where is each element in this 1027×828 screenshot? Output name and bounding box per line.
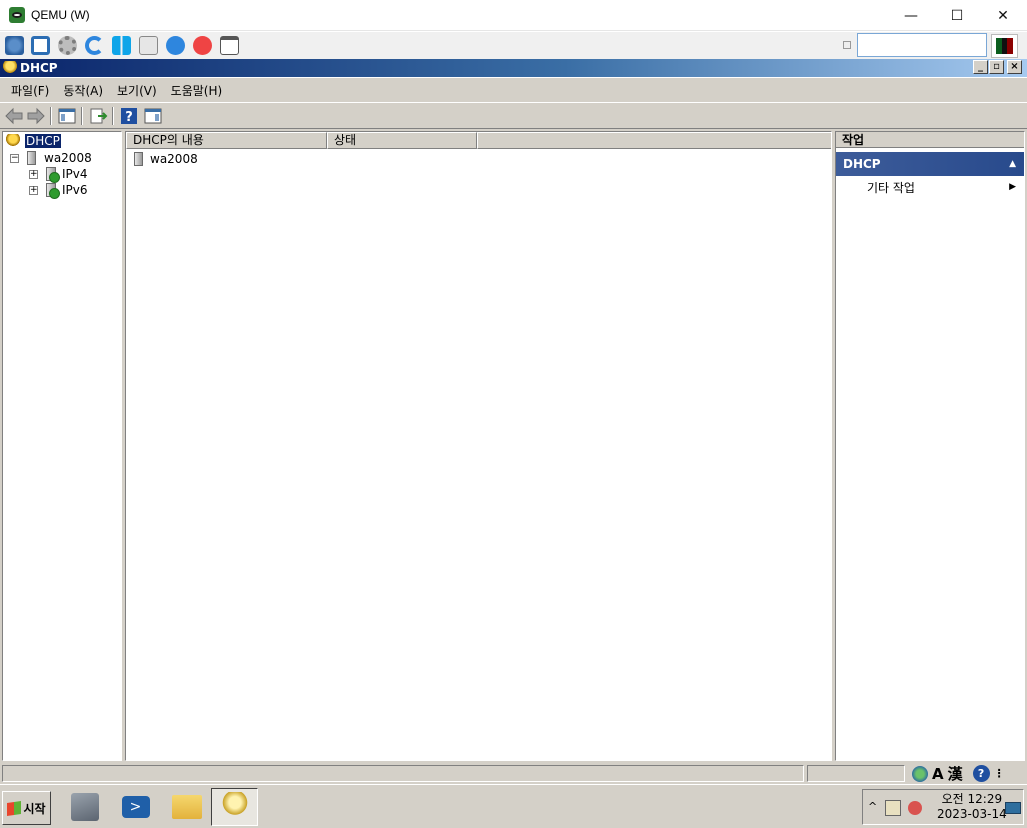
mmc-titlebar: DHCP bbox=[0, 59, 1027, 77]
snapshot-icon[interactable] bbox=[220, 36, 239, 55]
clock-time: 오전 12:29 bbox=[941, 792, 1003, 806]
mdi-restore-button[interactable]: ▫ bbox=[989, 60, 1004, 74]
action-section-dhcp[interactable]: DHCP ▲ bbox=[836, 152, 1024, 176]
taskbar-dhcp[interactable] bbox=[211, 788, 258, 826]
tree-item-server[interactable]: − wa2008 bbox=[10, 150, 92, 166]
info-icon[interactable] bbox=[166, 36, 185, 55]
dhcp-console-icon bbox=[220, 792, 249, 822]
show-desktop-icon[interactable] bbox=[1005, 802, 1021, 814]
ime-options-icon[interactable]: ⋮ bbox=[994, 767, 1005, 780]
taskbar-server-manager[interactable] bbox=[61, 788, 108, 826]
maximize-button[interactable]: ☐ bbox=[934, 0, 980, 31]
menu-action[interactable]: 동작(A) bbox=[56, 82, 110, 99]
server-icon bbox=[134, 152, 143, 166]
server-icon bbox=[27, 151, 36, 165]
status-panel-secondary bbox=[807, 765, 905, 782]
action-pane: 작업 DHCP ▲ 기타 작업 ▶ bbox=[835, 131, 1025, 761]
tray-expand-icon[interactable]: ^ bbox=[868, 800, 877, 813]
qemu-search-input[interactable] bbox=[857, 33, 987, 57]
forward-arrow-icon[interactable] bbox=[26, 106, 46, 126]
action-more-actions[interactable]: 기타 작업 ▶ bbox=[836, 176, 1024, 198]
drive-icon[interactable] bbox=[139, 36, 158, 55]
expand-icon[interactable]: + bbox=[29, 169, 38, 179]
minimize-button[interactable]: — bbox=[888, 0, 934, 31]
tree-item-dhcp-root[interactable]: DHCP bbox=[6, 133, 62, 149]
collapse-up-icon[interactable]: ▲ bbox=[1009, 159, 1016, 169]
taskbar: 시작 > ^ 오전 12:29 2023-03-14 bbox=[0, 784, 1027, 828]
menubar: 파일(F) 동작(A) 보기(V) 도움말(H) bbox=[0, 78, 1027, 102]
action-pane-icon[interactable] bbox=[143, 106, 163, 126]
powershell-icon: > bbox=[121, 796, 150, 818]
action-item-label: 기타 작업 bbox=[867, 180, 915, 195]
menu-view[interactable]: 보기(V) bbox=[110, 82, 164, 99]
folder-icon bbox=[171, 795, 202, 819]
ime-language-bar: A 漢 ? ⋮ bbox=[908, 764, 1026, 783]
tree-item-ipv4[interactable]: + IPv4 bbox=[29, 166, 88, 183]
statusbar: A 漢 ? ⋮ bbox=[0, 762, 1027, 784]
tree-server-label: wa2008 bbox=[44, 151, 92, 165]
mmc-window-title: DHCP bbox=[20, 61, 58, 75]
ime-hanja-button[interactable]: 漢 bbox=[948, 763, 963, 784]
ipv4-scope-icon bbox=[46, 167, 60, 183]
column-header-contents[interactable]: DHCP의 내용 bbox=[126, 132, 327, 149]
mdi-minimize-button[interactable]: _ bbox=[973, 60, 988, 74]
qemu-titlebar: QEMU (W) — ☐ ✕ bbox=[0, 0, 1027, 31]
console-tree: DHCP − wa2008 + IPv4 + IPv6 bbox=[2, 131, 122, 761]
settings-cubes-icon[interactable] bbox=[5, 36, 24, 55]
windows-flag-icon bbox=[7, 800, 22, 816]
network-icon[interactable] bbox=[885, 800, 901, 816]
tree-item-ipv6[interactable]: + IPv6 bbox=[29, 182, 88, 199]
help-icon[interactable]: ? bbox=[119, 106, 139, 126]
qemu-color-button[interactable] bbox=[991, 34, 1018, 58]
tree-ipv6-label: IPv6 bbox=[62, 183, 88, 197]
mmc-main-area: DHCP − wa2008 + IPv4 + IPv6 DHCP의 내용 상태 … bbox=[0, 129, 1027, 762]
tree-root-label: DHCP bbox=[24, 133, 62, 149]
ime-tools-icon[interactable] bbox=[912, 765, 928, 782]
start-label: 시작 bbox=[23, 801, 46, 816]
close-button[interactable]: ✕ bbox=[980, 0, 1026, 31]
svg-text:?: ? bbox=[125, 110, 133, 125]
windows-icon[interactable] bbox=[112, 36, 131, 55]
stop-icon[interactable] bbox=[193, 36, 212, 55]
volume-muted-icon[interactable] bbox=[908, 801, 922, 815]
submenu-arrow-icon: ▶ bbox=[1009, 182, 1016, 192]
refresh-icon[interactable] bbox=[85, 36, 104, 55]
ipv6-scope-icon bbox=[46, 183, 60, 199]
show-hide-tree-icon[interactable] bbox=[57, 106, 77, 126]
qemu-window-title: QEMU (W) bbox=[31, 8, 90, 22]
ime-alpha-toggle[interactable]: A bbox=[932, 765, 944, 783]
clock-date: 2023-03-14 bbox=[937, 807, 1007, 821]
action-pane-title: 작업 bbox=[836, 132, 1024, 148]
taskbar-explorer[interactable] bbox=[163, 788, 210, 826]
tree-ipv4-label: IPv4 bbox=[62, 167, 88, 181]
ime-help-icon[interactable]: ? bbox=[972, 765, 990, 782]
server-manager-icon bbox=[70, 793, 99, 821]
expand-icon[interactable]: + bbox=[29, 185, 38, 195]
list-item-name: wa2008 bbox=[150, 152, 198, 166]
dhcp-trophy-icon bbox=[6, 134, 20, 148]
clock[interactable]: 오전 12:29 2023-03-14 bbox=[937, 792, 1007, 822]
system-tray: ^ 오전 12:29 2023-03-14 bbox=[862, 789, 1024, 825]
fullscreen-icon[interactable] bbox=[31, 36, 50, 55]
start-button[interactable]: 시작 bbox=[2, 791, 51, 825]
dhcp-trophy-icon bbox=[3, 61, 17, 75]
export-list-icon[interactable] bbox=[88, 106, 108, 126]
list-item[interactable]: wa2008 bbox=[134, 151, 198, 167]
qemu-checkbox[interactable] bbox=[843, 41, 851, 49]
mmc-toolbar: ? bbox=[0, 102, 1027, 129]
back-arrow-icon[interactable] bbox=[4, 106, 24, 126]
list-header: DHCP의 내용 상태 bbox=[126, 132, 831, 149]
menu-help[interactable]: 도움말(H) bbox=[164, 82, 230, 99]
results-list: DHCP의 내용 상태 wa2008 bbox=[125, 131, 832, 761]
column-header-filler bbox=[477, 132, 831, 149]
action-section-label: DHCP bbox=[843, 157, 881, 171]
taskbar-powershell[interactable]: > bbox=[112, 788, 159, 826]
menu-file[interactable]: 파일(F) bbox=[4, 82, 56, 99]
qemu-app-icon bbox=[9, 7, 25, 23]
status-panel-main bbox=[2, 765, 804, 782]
gear-icon[interactable] bbox=[58, 36, 77, 55]
column-header-status[interactable]: 상태 bbox=[327, 132, 477, 149]
mdi-close-button[interactable]: × bbox=[1007, 60, 1022, 74]
collapse-icon[interactable]: − bbox=[10, 153, 19, 163]
